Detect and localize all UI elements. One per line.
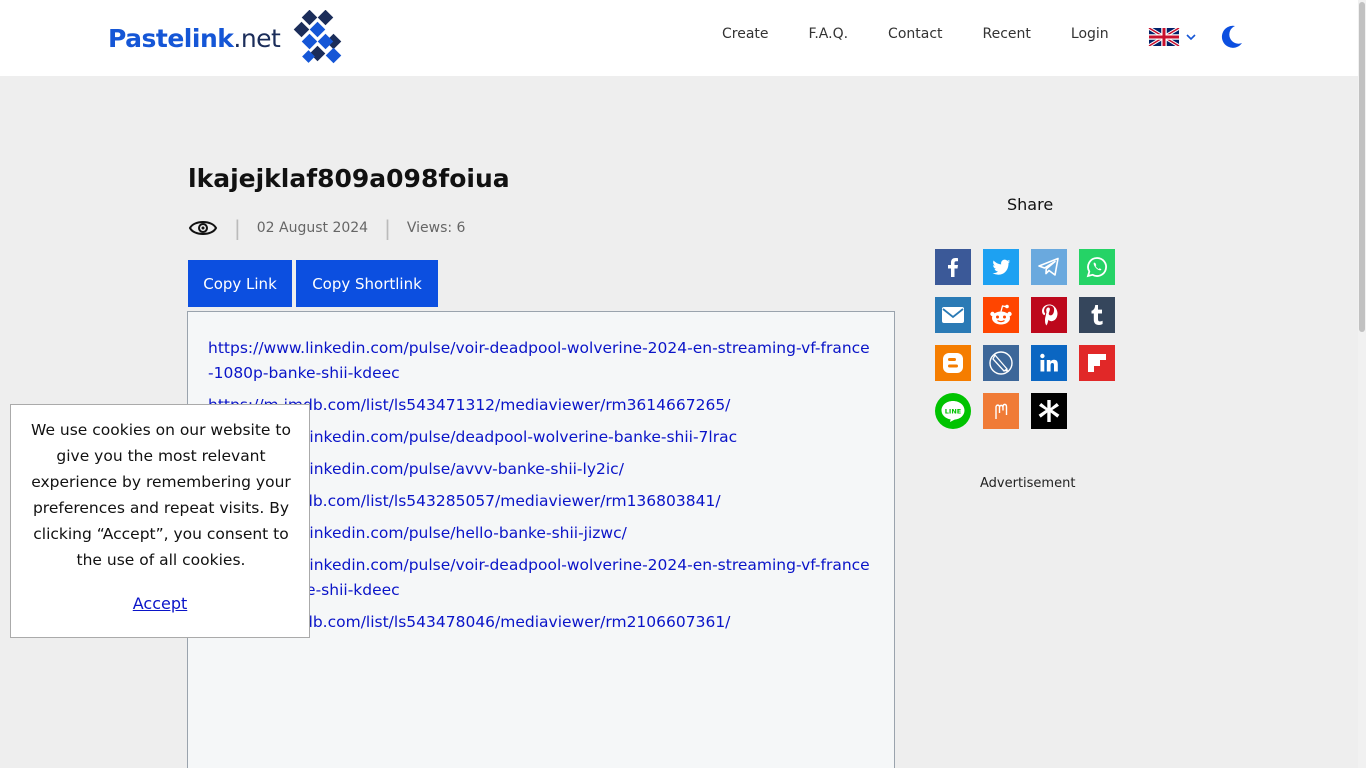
share-facebook-button[interactable] [935, 249, 971, 285]
cookie-consent-text: We use cookies on our website to give yo… [31, 421, 291, 569]
copy-link-button[interactable]: Copy Link [188, 260, 292, 307]
logo-text: Pastelink.net [108, 23, 281, 53]
tumblr-icon [1091, 305, 1103, 325]
share-email-button[interactable] [935, 297, 971, 333]
share-telegram-button[interactable] [1031, 249, 1067, 285]
pinterest-icon [1042, 304, 1058, 326]
facebook-icon [948, 258, 958, 277]
share-reddit-button[interactable] [983, 297, 1019, 333]
scrollbar-thumb[interactable] [1359, 2, 1365, 332]
language-selector[interactable] [1148, 28, 1196, 46]
eye-icon [188, 221, 218, 235]
cookie-consent-banner: We use cookies on our website to give yo… [10, 404, 310, 638]
chevron-down-icon [1186, 34, 1196, 41]
meta-separator: | [384, 216, 391, 240]
odnoklassniki-icon [1038, 400, 1060, 422]
paste-meta: | 02 August 2024 | Views: 6 [188, 213, 465, 243]
line-icon: LINE [941, 401, 965, 422]
main-nav: Create F.A.Q. Contact Recent Login [722, 26, 1109, 42]
site-logo[interactable]: Pastelink.net [108, 10, 346, 66]
livejournal-icon [989, 351, 1013, 375]
nav-login[interactable]: Login [1071, 26, 1109, 42]
nav-contact[interactable]: Contact [888, 26, 942, 42]
page-scrollbar[interactable] [1358, 0, 1366, 768]
svg-text:LINE: LINE [945, 408, 961, 416]
site-header: Pastelink.net Create F.A.Q. Contact Rece… [0, 0, 1358, 76]
logo-mark-icon [294, 10, 342, 64]
share-buttons: LINE [935, 249, 1115, 429]
mix-icon [995, 403, 1008, 419]
share-mix-button[interactable] [983, 393, 1019, 429]
share-flipboard-button[interactable] [1079, 345, 1115, 381]
flipboard-icon [1088, 354, 1106, 372]
blogger-icon [943, 353, 963, 373]
nav-recent[interactable]: Recent [983, 26, 1031, 42]
share-tumblr-button[interactable] [1079, 297, 1115, 333]
copy-shortlink-button[interactable]: Copy Shortlink [296, 260, 438, 307]
share-pinterest-button[interactable] [1031, 297, 1067, 333]
paste-views: Views: 6 [406, 220, 466, 236]
share-whatsapp-button[interactable] [1079, 249, 1115, 285]
cookie-accept-link[interactable]: Accept [11, 594, 309, 613]
twitter-icon [992, 259, 1011, 275]
linkedin-icon [1040, 353, 1058, 372]
theme-toggle[interactable] [1218, 24, 1244, 54]
paste-title: lkajejklaf809a098foiua [188, 164, 510, 193]
share-blogger-button[interactable] [935, 345, 971, 381]
share-line-button[interactable]: LINE [935, 393, 971, 429]
share-linkedin-button[interactable] [1031, 345, 1067, 381]
paste-link[interactable]: https://www.linkedin.com/pulse/voir-dead… [208, 336, 874, 386]
moon-icon [1221, 25, 1242, 48]
share-livejournal-button[interactable] [983, 345, 1019, 381]
advertisement-label: Advertisement [980, 476, 1076, 491]
reddit-icon [990, 304, 1012, 325]
share-heading: Share [1007, 195, 1054, 214]
email-icon [942, 307, 964, 323]
paste-date: 02 August 2024 [256, 220, 369, 236]
share-twitter-button[interactable] [983, 249, 1019, 285]
meta-separator: | [234, 216, 241, 240]
whatsapp-icon [1086, 257, 1107, 278]
share-odnoklassniki-button[interactable] [1031, 393, 1067, 429]
uk-flag-icon [1148, 28, 1180, 46]
nav-faq[interactable]: F.A.Q. [809, 26, 849, 42]
nav-create[interactable]: Create [722, 26, 769, 42]
telegram-icon [1038, 257, 1059, 276]
